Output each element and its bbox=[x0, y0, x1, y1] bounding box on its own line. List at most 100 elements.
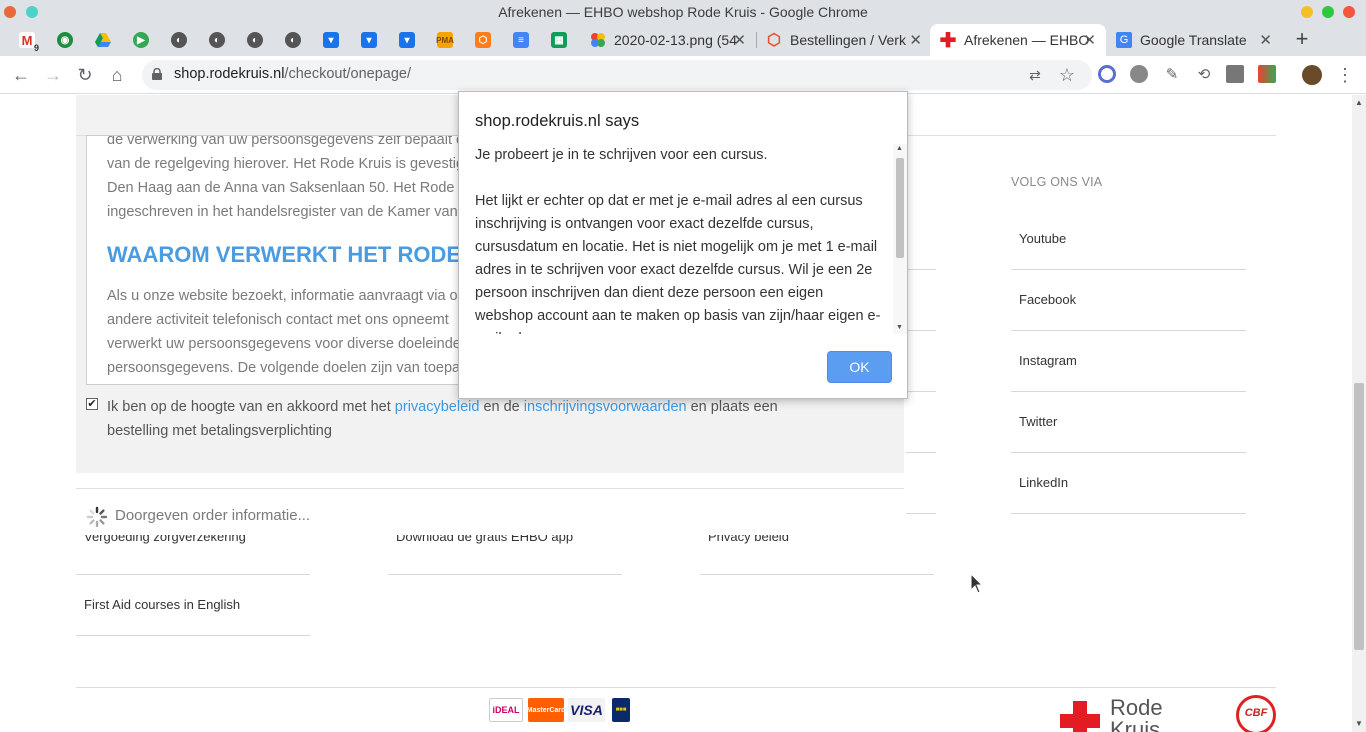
extension-color-icon[interactable] bbox=[1098, 65, 1116, 83]
page-scrollbar[interactable]: ▲ ▼ bbox=[1352, 95, 1366, 732]
lock-icon bbox=[152, 68, 162, 80]
footer-link-insurance[interactable]: Vergoeding zorgverzekering bbox=[84, 535, 246, 545]
pinned-tab-phpmyadmin[interactable]: PMA bbox=[426, 24, 464, 56]
pinned-tab-site-1[interactable]: ◐ bbox=[160, 24, 198, 56]
terms-line: Den Haag aan de Anna van Saksenlaan 50. … bbox=[107, 180, 473, 196]
bookmark-star-icon[interactable]: ☆ bbox=[1056, 64, 1078, 86]
social-link-instagram[interactable]: Instagram bbox=[1019, 353, 1077, 368]
back-icon[interactable]: ← bbox=[10, 64, 32, 86]
extension-grid-icon[interactable] bbox=[1258, 65, 1276, 83]
scroll-down-icon[interactable]: ▼ bbox=[1355, 719, 1363, 728]
scroll-up-icon[interactable]: ▲ bbox=[1355, 98, 1363, 107]
divider bbox=[1011, 269, 1246, 270]
social-link-facebook[interactable]: Facebook bbox=[1019, 292, 1076, 307]
new-tab-button[interactable]: + bbox=[1290, 28, 1314, 52]
translate-page-icon[interactable]: ⇄ bbox=[1024, 64, 1046, 86]
tab-image[interactable]: 2020-02-13.png (54 ✕ bbox=[580, 24, 756, 56]
dialog-paragraph: Het lijkt er echter op dat er met je e-m… bbox=[475, 193, 881, 334]
footer-link-app[interactable]: Download de gratis EHBO app bbox=[396, 535, 573, 545]
divider bbox=[906, 330, 936, 331]
scrollbar-thumb[interactable] bbox=[1354, 383, 1364, 650]
divider bbox=[76, 488, 904, 489]
divider bbox=[1011, 513, 1246, 514]
kebab-menu-icon[interactable]: ⋮ bbox=[1334, 64, 1356, 86]
url-text[interactable]: shop.rodekruis.nl/checkout/onepage/ bbox=[174, 66, 411, 82]
pinned-tab-site-2[interactable]: ◐ bbox=[198, 24, 236, 56]
extension-m-icon[interactable] bbox=[1226, 65, 1244, 83]
registration-terms-link[interactable]: inschrijvingsvoorwaarden bbox=[524, 399, 687, 415]
bookmark-icon: ▾ bbox=[361, 32, 377, 48]
pinned-tab-gmail[interactable]: M9 bbox=[8, 24, 46, 56]
reload-icon[interactable]: ↻ bbox=[74, 64, 96, 86]
play-icon: ▶ bbox=[133, 32, 149, 48]
red-cross-icon: ✚ bbox=[939, 29, 957, 52]
avatar[interactable] bbox=[1302, 65, 1322, 85]
history-icon[interactable]: ⟲ bbox=[1193, 64, 1215, 86]
scrollbar-thumb[interactable] bbox=[896, 158, 904, 258]
globe-icon: ◐ bbox=[171, 32, 187, 48]
globe-icon: ◐ bbox=[247, 32, 263, 48]
tab-label: 2020-02-13.png (54 bbox=[614, 32, 737, 48]
scroll-up-icon[interactable]: ▲ bbox=[896, 145, 903, 152]
tab-label: Google Translate bbox=[1140, 32, 1247, 48]
ok-button[interactable]: OK bbox=[827, 351, 892, 383]
forward-icon[interactable]: → bbox=[42, 64, 64, 86]
translate-icon: G bbox=[1116, 32, 1132, 48]
ideal-logo: iDEAL bbox=[489, 698, 523, 722]
divider bbox=[906, 269, 936, 270]
divider bbox=[1011, 452, 1246, 453]
pinned-tab-drive[interactable] bbox=[84, 24, 122, 56]
divider bbox=[76, 635, 310, 636]
privacy-policy-link[interactable]: privacybeleid bbox=[395, 399, 480, 415]
shield-icon: ⬡ bbox=[475, 32, 491, 48]
pinned-tab-docs[interactable]: ≡ bbox=[502, 24, 540, 56]
home-icon[interactable]: ⌂ bbox=[106, 64, 128, 86]
tab-orders[interactable]: ⬡ Bestellingen / Verk ✕ bbox=[756, 24, 932, 56]
divider bbox=[906, 513, 936, 514]
extension-gear-icon[interactable] bbox=[1130, 65, 1148, 83]
tab-close-icon[interactable]: ✕ bbox=[909, 31, 922, 49]
pinned-tab-sheets[interactable]: ▦ bbox=[540, 24, 578, 56]
footer-link-privacy[interactable]: Privacy beleid bbox=[708, 535, 789, 545]
terms-line: verwerkt uw persoonsgegevens voor divers… bbox=[107, 336, 461, 352]
minimize-button[interactable] bbox=[1301, 6, 1313, 18]
divider bbox=[700, 574, 934, 575]
agreement-checkbox[interactable]: ✔ bbox=[86, 398, 98, 410]
social-link-linkedin[interactable]: LinkedIn bbox=[1019, 475, 1068, 490]
address-bar[interactable]: shop.rodekruis.nl/checkout/onepage/ ⇄ ☆ bbox=[142, 60, 1092, 90]
sheets-icon: ▦ bbox=[551, 32, 567, 48]
close-window-button[interactable] bbox=[1343, 6, 1355, 18]
divider bbox=[76, 687, 1276, 688]
tab-label: Afrekenen — EHBO bbox=[964, 32, 1090, 48]
pinned-tab-play[interactable]: ▶ bbox=[122, 24, 160, 56]
tab-close-icon[interactable]: ✕ bbox=[1259, 31, 1272, 49]
location-icon: ◉ bbox=[57, 32, 73, 48]
extension-pen-icon[interactable]: ✎ bbox=[1161, 64, 1183, 86]
pma-icon: PMA bbox=[436, 32, 454, 48]
footer-link-english-courses[interactable]: First Aid courses in English bbox=[84, 597, 240, 612]
pinned-tab-shield[interactable]: ⬡ bbox=[464, 24, 502, 56]
visa-logo: VISA bbox=[568, 698, 605, 722]
tab-checkout[interactable]: ✚ Afrekenen — EHBO ✕ bbox=[930, 24, 1106, 56]
window-titlebar: Afrekenen — EHBO webshop Rode Kruis - Go… bbox=[0, 0, 1366, 24]
pinned-tab-bookmark-3[interactable]: ▾ bbox=[388, 24, 426, 56]
pinned-tab-bookmark-1[interactable]: ▾ bbox=[312, 24, 350, 56]
social-link-twitter[interactable]: Twitter bbox=[1019, 414, 1057, 429]
dialog-message: Je probeert je in te schrijven voor een … bbox=[475, 144, 907, 334]
drive-icon bbox=[95, 33, 111, 47]
tab-translate[interactable]: G Google Translate ✕ bbox=[1106, 24, 1282, 56]
scroll-down-icon[interactable]: ▼ bbox=[896, 324, 903, 331]
tab-close-icon[interactable]: ✕ bbox=[733, 31, 746, 49]
tab-strip: M9 ◉ ▶ ◐ ◐ ◐ ◐ ▾ ▾ ▾ PMA ⬡ ≡ ▦ 2020-02-1… bbox=[0, 24, 1366, 56]
social-link-youtube[interactable]: Youtube bbox=[1019, 231, 1066, 246]
red-cross-logo-icon bbox=[1060, 701, 1100, 732]
maximize-button[interactable] bbox=[1322, 6, 1334, 18]
docs-icon: ≡ bbox=[513, 32, 529, 48]
pinned-tab-site-3[interactable]: ◐ bbox=[236, 24, 274, 56]
dialog-scrollbar[interactable]: ▲ ▼ bbox=[893, 144, 907, 334]
pinned-tab-site-4[interactable]: ◐ bbox=[274, 24, 312, 56]
pinned-tab-maps[interactable]: ◉ bbox=[46, 24, 84, 56]
social-title: VOLG ONS VIA bbox=[1011, 175, 1103, 189]
pinned-tab-bookmark-2[interactable]: ▾ bbox=[350, 24, 388, 56]
tab-close-icon[interactable]: ✕ bbox=[1083, 31, 1096, 49]
